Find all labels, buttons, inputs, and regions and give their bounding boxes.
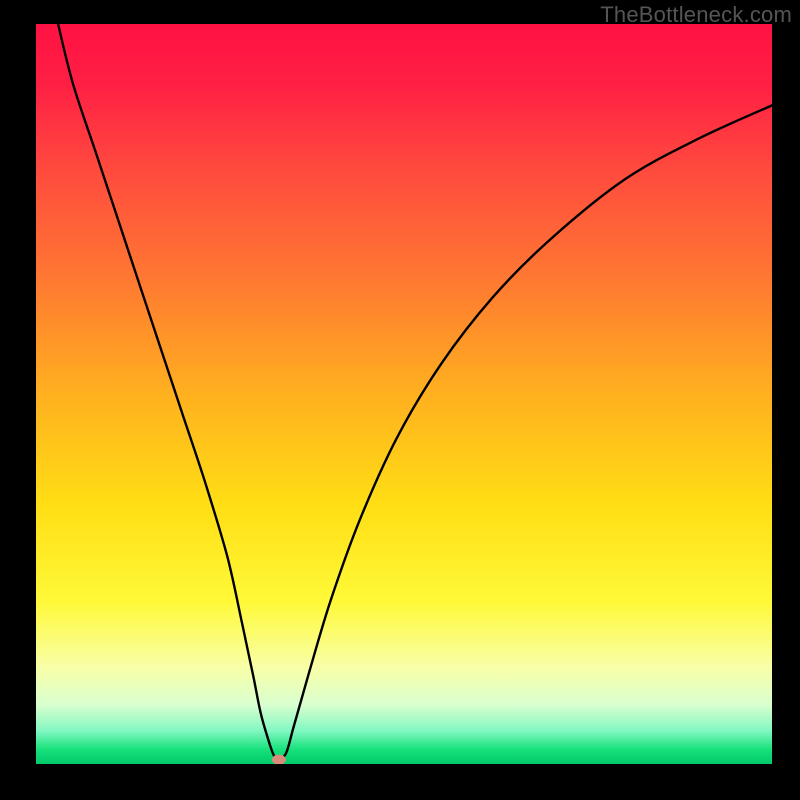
chart-frame: TheBottleneck.com (0, 0, 800, 800)
bottleneck-chart (0, 0, 800, 800)
optimum-marker (272, 755, 286, 765)
watermark-text: TheBottleneck.com (600, 2, 792, 28)
plot-background (36, 24, 772, 764)
